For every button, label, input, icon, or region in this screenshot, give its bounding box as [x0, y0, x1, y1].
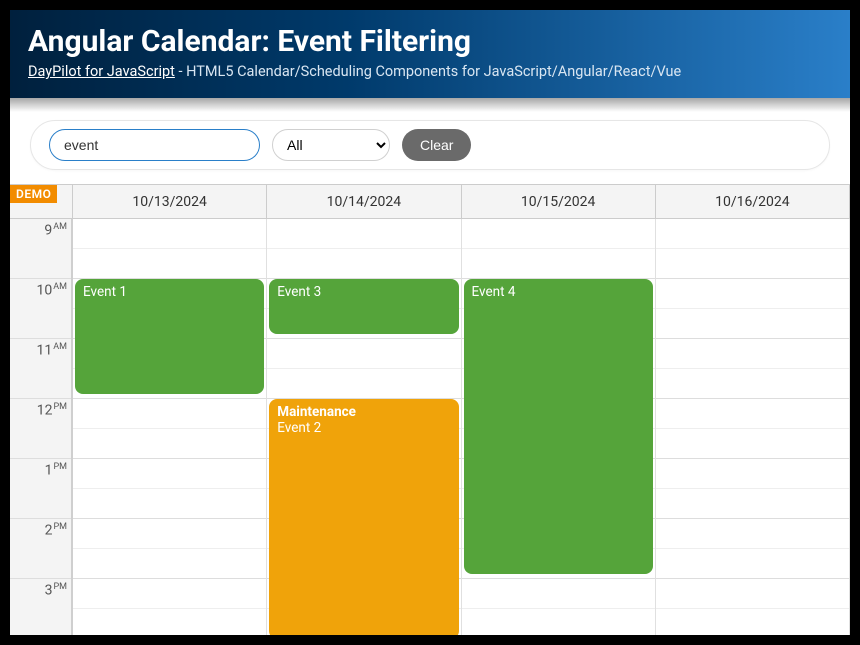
time-slot[interactable]	[73, 489, 266, 519]
time-slot[interactable]	[73, 249, 266, 279]
event-title: Event 3	[277, 284, 321, 300]
time-slot[interactable]	[656, 459, 849, 489]
time-slot[interactable]	[656, 219, 849, 249]
calendar-event[interactable]: MaintenanceEvent 2	[269, 399, 458, 635]
time-slot[interactable]	[656, 549, 849, 579]
day-header[interactable]: 10/14/2024	[267, 185, 461, 218]
time-slot[interactable]	[462, 219, 655, 249]
event-title: Event 2	[277, 420, 321, 436]
category-select[interactable]: All	[272, 129, 390, 161]
time-slot[interactable]	[73, 459, 266, 489]
search-input[interactable]	[49, 129, 260, 161]
calendar-grid: 9AM 10AM 11AM 12PM 1PM 2PM 3PM Event 1 Event 3 M…	[10, 219, 850, 635]
hour-label: 3PM	[45, 582, 67, 599]
hour-label: 1PM	[45, 462, 67, 479]
day-column[interactable]: Event 3 MaintenanceEvent 2	[267, 219, 461, 635]
day-column[interactable]	[656, 219, 850, 635]
filter-toolbar: All Clear	[30, 120, 830, 170]
time-slot[interactable]	[656, 399, 849, 429]
time-slot[interactable]	[73, 429, 266, 459]
calendar-event[interactable]: Event 4	[464, 279, 653, 574]
clear-button[interactable]: Clear	[402, 129, 471, 161]
hour-cell: 3PM	[10, 579, 71, 635]
hour-label: 2PM	[45, 522, 67, 539]
time-slot[interactable]	[73, 549, 266, 579]
event-title: Event 1	[83, 284, 127, 300]
calendar-event[interactable]: Event 1	[75, 279, 264, 394]
demo-badge: DEMO	[10, 185, 57, 203]
time-slot[interactable]	[656, 279, 849, 309]
calendar-event[interactable]: Event 3	[269, 279, 458, 334]
hour-label: 9AM	[44, 222, 67, 239]
app-header: Angular Calendar: Event Filtering DayPil…	[10, 10, 850, 98]
time-slot[interactable]	[462, 579, 655, 609]
time-slot[interactable]	[462, 609, 655, 635]
time-slot[interactable]	[73, 399, 266, 429]
hour-cell: 1PM	[10, 459, 71, 519]
day-header[interactable]: 10/15/2024	[462, 185, 656, 218]
time-slot[interactable]	[462, 249, 655, 279]
day-column[interactable]: Event 1	[73, 219, 267, 635]
time-slot[interactable]	[656, 309, 849, 339]
hour-cell: 11AM	[10, 339, 71, 399]
toolbar-container: All Clear	[10, 98, 850, 184]
hour-label: 10AM	[37, 282, 67, 299]
subtitle-rest: - HTML5 Calendar/Scheduling Components f…	[175, 63, 681, 80]
page-subtitle: DayPilot for JavaScript - HTML5 Calendar…	[28, 63, 832, 80]
day-header[interactable]: 10/16/2024	[656, 185, 850, 218]
hour-label: 12PM	[37, 402, 67, 419]
time-slot[interactable]	[267, 249, 460, 279]
time-slot[interactable]	[656, 579, 849, 609]
hour-label: 11AM	[37, 342, 67, 359]
time-slot[interactable]	[73, 609, 266, 635]
event-tag: Maintenance	[277, 404, 450, 420]
time-slot[interactable]	[267, 219, 460, 249]
day-columns: Event 1 Event 3 MaintenanceEvent 2 Event 4	[73, 219, 850, 635]
page-title: Angular Calendar: Event Filtering	[28, 24, 832, 59]
time-slot[interactable]	[656, 609, 849, 635]
day-header[interactable]: 10/13/2024	[73, 185, 267, 218]
time-slot[interactable]	[656, 429, 849, 459]
daypilot-link[interactable]: DayPilot for JavaScript	[28, 63, 175, 80]
time-slot[interactable]	[73, 519, 266, 549]
hour-cell: 9AM	[10, 219, 71, 279]
hour-cell: 2PM	[10, 519, 71, 579]
event-title: Event 4	[472, 284, 516, 300]
calendar-column-headers: 10/13/2024 10/14/2024 10/15/2024 10/16/2…	[10, 185, 850, 219]
day-column[interactable]: Event 4	[462, 219, 656, 635]
time-slot[interactable]	[656, 249, 849, 279]
calendar: DEMO 10/13/2024 10/14/2024 10/15/2024 10…	[10, 184, 850, 635]
time-slot[interactable]	[73, 579, 266, 609]
time-slot[interactable]	[656, 519, 849, 549]
time-slot[interactable]	[656, 339, 849, 369]
hour-cell: 10AM	[10, 279, 71, 339]
time-slot[interactable]	[267, 339, 460, 369]
time-slot[interactable]	[656, 369, 849, 399]
time-column: 9AM 10AM 11AM 12PM 1PM 2PM 3PM	[10, 219, 73, 635]
hour-cell: 12PM	[10, 399, 71, 459]
time-slot[interactable]	[656, 489, 849, 519]
time-slot[interactable]	[267, 369, 460, 399]
time-slot[interactable]	[73, 219, 266, 249]
